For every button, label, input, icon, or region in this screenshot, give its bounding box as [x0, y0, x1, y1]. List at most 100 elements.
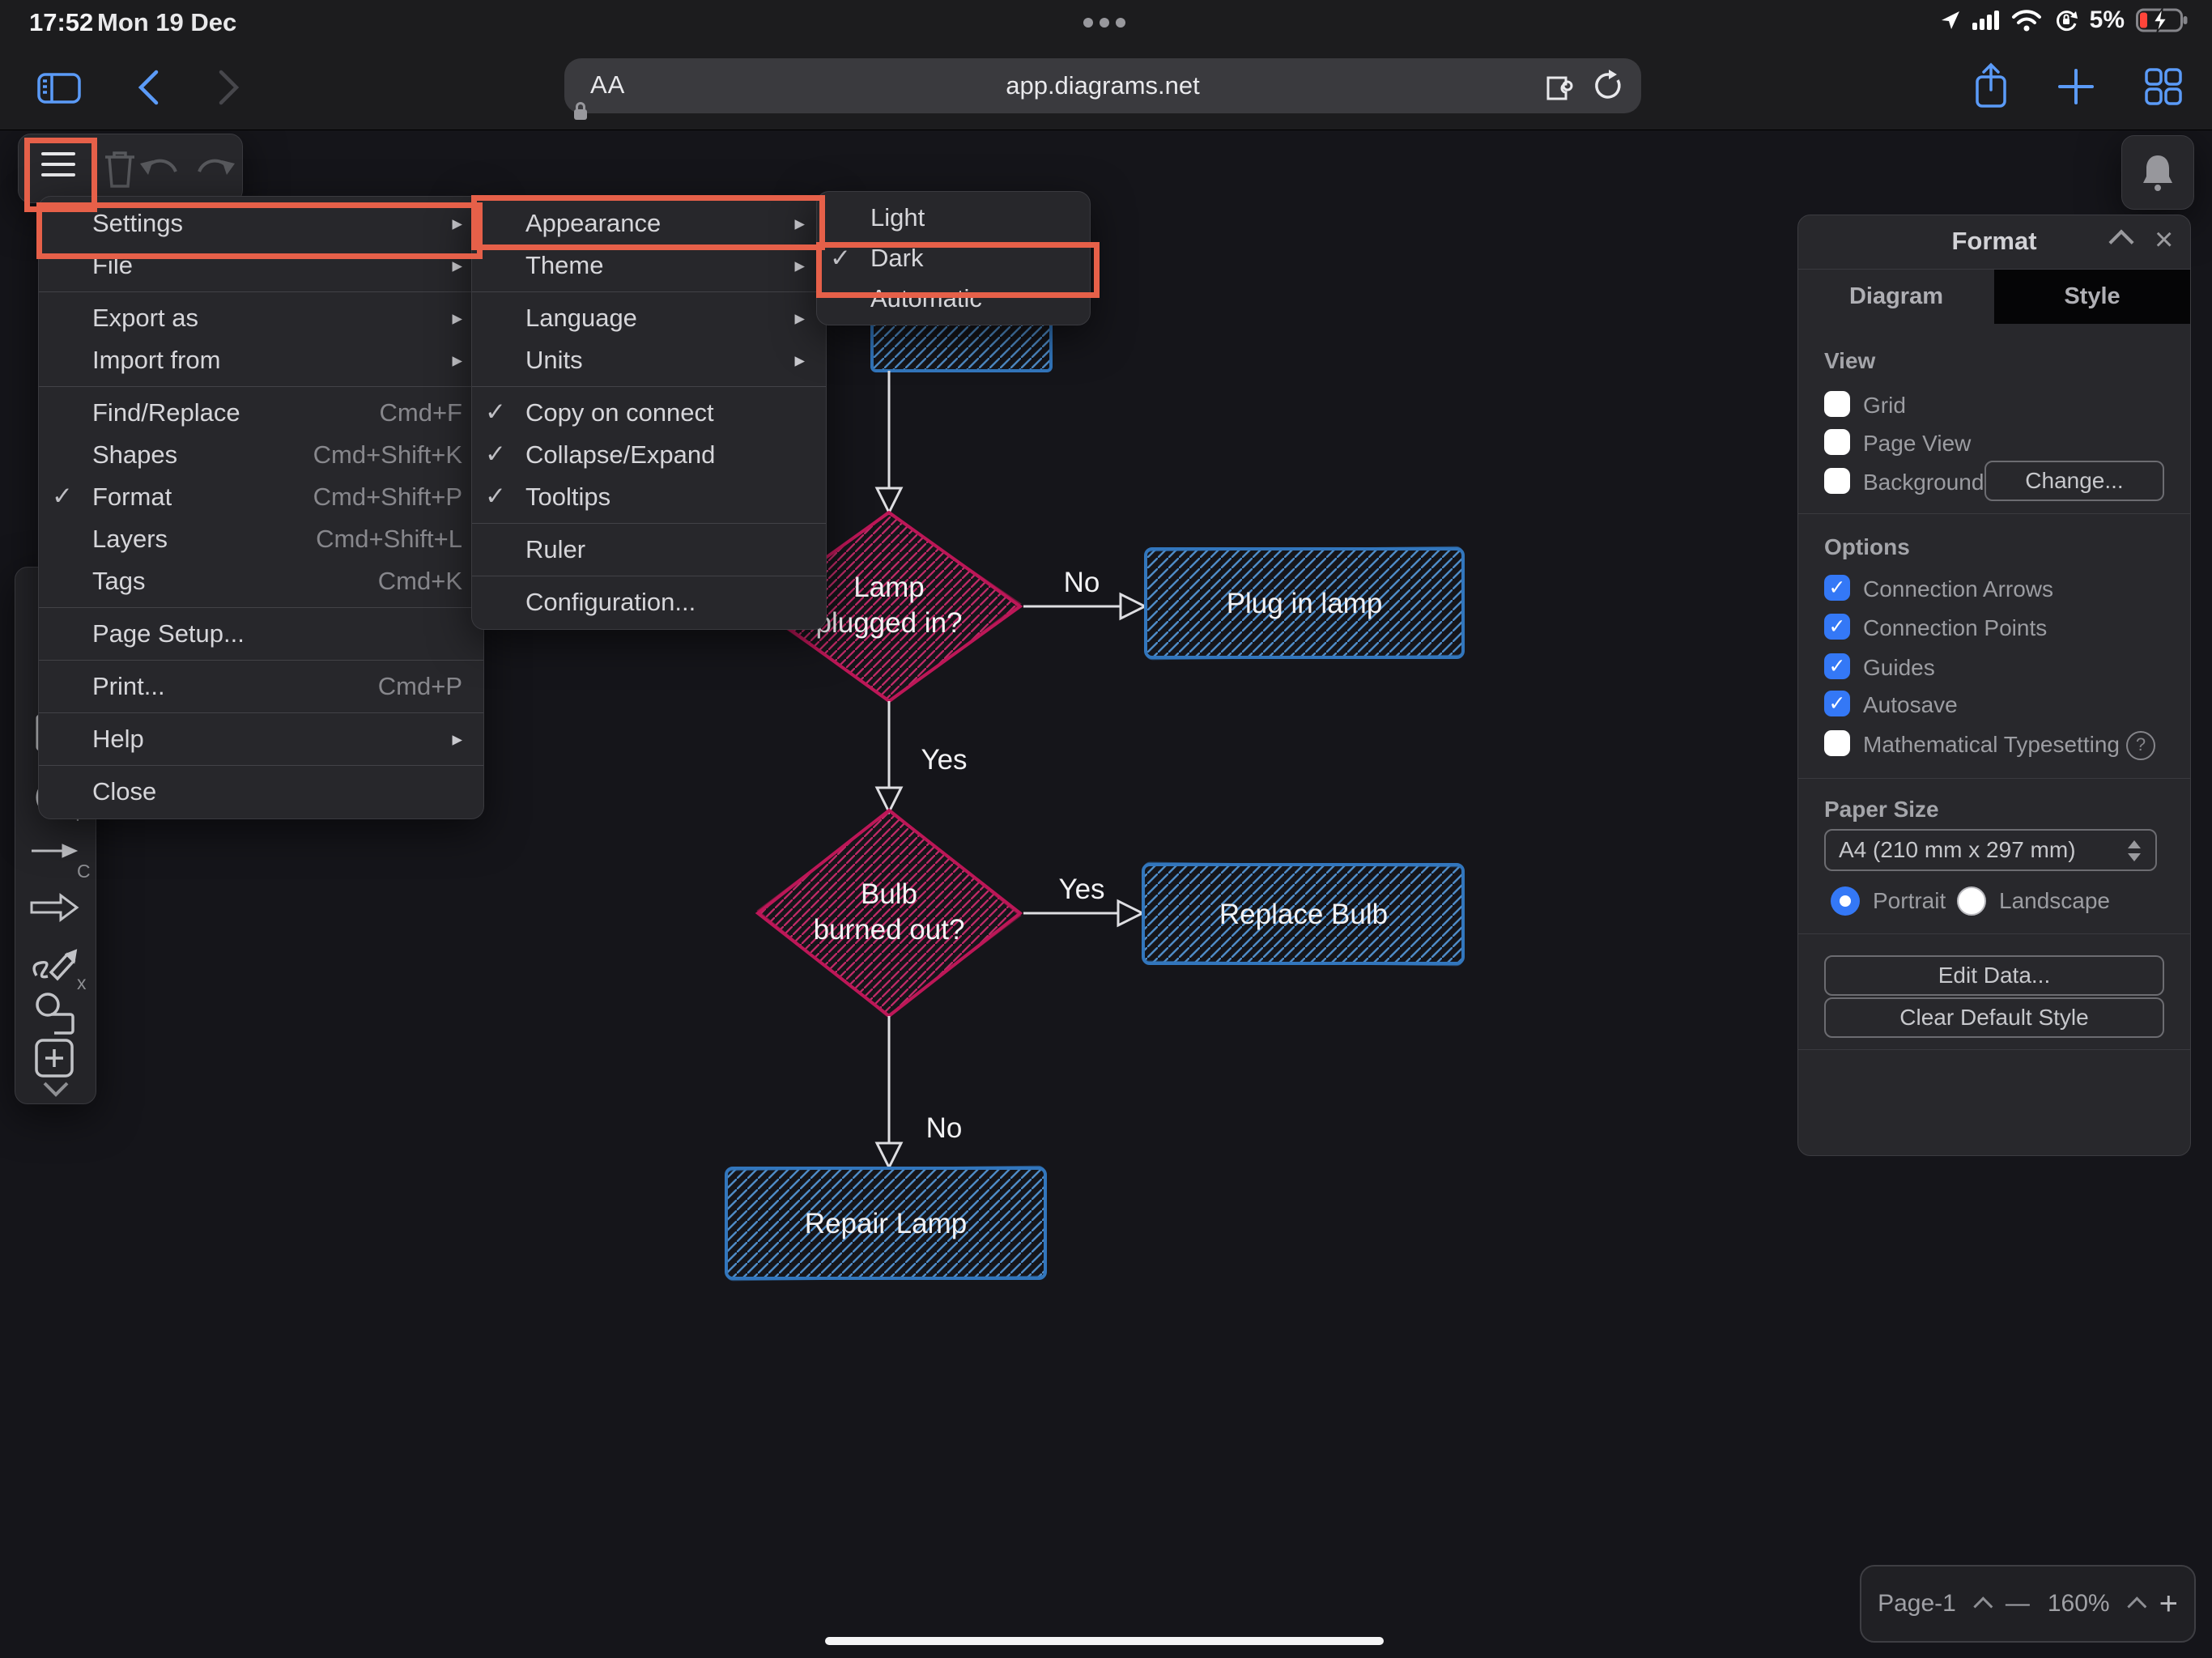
menu-item-automatic[interactable]: Automatic	[817, 278, 1090, 319]
menu-item-tags[interactable]: Tags Cmd+K	[39, 560, 483, 602]
svg-text:Repair Lamp: Repair Lamp	[805, 1208, 967, 1239]
format-tabbar: Diagram Style	[1798, 270, 2190, 324]
sidebar-toggle-icon[interactable]	[36, 72, 82, 104]
menu-item-file[interactable]: File ▸	[39, 244, 483, 287]
node-bulb-burned-out[interactable]: Bulb burned out?	[755, 808, 1023, 1018]
node-replace-bulb[interactable]: Replace Bulb	[1142, 861, 1465, 967]
node-repair-lamp[interactable]: Repair Lamp	[725, 1165, 1047, 1282]
menu-item-format[interactable]: ✓ Format Cmd+Shift+P	[39, 476, 483, 518]
main-menu: Settings ▸ File ▸ Export as ▸ Import from ▸ …	[38, 196, 484, 819]
menu-item-collapse-expand[interactable]: ✓ Collapse/Expand	[472, 434, 826, 476]
block-arrow-tool-icon[interactable]	[30, 890, 80, 925]
menu-item-layers[interactable]: Layers Cmd+Shift+L	[39, 518, 483, 560]
page-menu-caret-icon[interactable]	[1973, 1596, 1993, 1616]
page-view-checkbox[interactable]	[1824, 429, 1850, 455]
clear-default-style-button[interactable]: Clear Default Style	[1824, 997, 2164, 1038]
cellular-signal-icon	[1972, 11, 1999, 30]
view-section-heading: View	[1824, 348, 1876, 373]
url-text: app.diagrams.net	[564, 71, 1641, 121]
menu-item-export-as[interactable]: Export as ▸	[39, 297, 483, 339]
menu-item-shapes[interactable]: Shapes Cmd+Shift+K	[39, 434, 483, 476]
grid-checkbox[interactable]	[1824, 391, 1850, 417]
menu-item-page-setup[interactable]: Page Setup...	[39, 613, 483, 655]
math-typesetting-checkbox[interactable]	[1824, 730, 1850, 756]
checkmark-icon: ✓	[485, 482, 506, 510]
menu-item-help[interactable]: Help ▸	[39, 718, 483, 760]
menu-item-settings[interactable]: Settings ▸	[39, 202, 483, 244]
menu-item-language[interactable]: Language ▸	[472, 297, 826, 339]
menu-item-tooltips[interactable]: ✓ Tooltips	[472, 476, 826, 518]
options-section-heading: Options	[1824, 534, 1910, 559]
location-icon	[1941, 11, 1959, 29]
paper-size-select[interactable]: A4 (210 mm x 297 mm)	[1824, 829, 2157, 871]
clock: 17:52	[29, 8, 94, 36]
menu-item-configuration[interactable]: Configuration...	[472, 581, 826, 623]
zoom-in-button[interactable]: +	[2159, 1586, 2178, 1622]
delete-icon[interactable]	[102, 149, 138, 189]
ipad-screen: Lamp plugged in? No Plug in lamp Yes Bul…	[0, 0, 2212, 1658]
share-icon[interactable]	[1973, 62, 2009, 109]
menu-item-copy-on-connect[interactable]: ✓ Copy on connect	[472, 392, 826, 434]
landscape-radio[interactable]	[1957, 886, 1986, 916]
menu-item-light[interactable]: Light	[817, 198, 1090, 238]
zoom-level[interactable]: 160%	[2048, 1590, 2110, 1618]
connection-arrows-checkbox[interactable]: ✓	[1824, 575, 1850, 601]
portrait-radio[interactable]	[1831, 886, 1860, 916]
autosave-label: Autosave	[1863, 692, 1958, 717]
menu-item-import-from[interactable]: Import from ▸	[39, 339, 483, 381]
background-checkbox[interactable]	[1824, 468, 1850, 494]
new-tab-icon[interactable]	[2058, 69, 2094, 104]
connection-points-checkbox[interactable]: ✓	[1824, 614, 1850, 640]
guides-checkbox[interactable]: ✓	[1824, 653, 1850, 679]
svg-text:Lamp: Lamp	[853, 572, 925, 603]
edit-data-button[interactable]: Edit Data...	[1824, 955, 2164, 996]
menu-item-theme[interactable]: Theme ▸	[472, 244, 826, 287]
menu-item-ruler[interactable]: Ruler	[472, 529, 826, 571]
menu-item-close[interactable]: Close	[39, 771, 483, 813]
menu-item-find-replace[interactable]: Find/Replace Cmd+F	[39, 392, 483, 434]
collapse-panel-icon[interactable]	[2108, 229, 2134, 255]
forward-icon[interactable]	[217, 69, 241, 106]
settings-submenu: Appearance ▸ Theme ▸ Language ▸ Units ▸ ✓ Cop…	[471, 196, 827, 630]
math-help-icon[interactable]: ?	[2126, 731, 2155, 760]
notifications-button[interactable]	[2121, 135, 2194, 210]
back-icon[interactable]	[136, 69, 160, 106]
browser-toolbar: AA app.diagrams.net	[0, 45, 2212, 130]
add-shape-icon[interactable]	[33, 1037, 75, 1079]
change-background-button[interactable]: Change...	[1984, 461, 2164, 501]
reload-icon[interactable]	[1591, 70, 1623, 102]
close-panel-icon[interactable]: ×	[2155, 222, 2173, 258]
zoom-out-button[interactable]: —	[2006, 1590, 2030, 1618]
multitasking-dots-icon[interactable]	[1083, 18, 1125, 28]
extensions-icon[interactable]	[1542, 71, 1575, 100]
menu-item-print[interactable]: Print... Cmd+P	[39, 665, 483, 708]
svg-text:Bulb: Bulb	[861, 878, 917, 910]
node-plug-in-lamp[interactable]: Plug in lamp	[1144, 546, 1465, 661]
menu-item-appearance[interactable]: Appearance ▸	[472, 202, 826, 244]
undo-icon[interactable]	[138, 152, 184, 186]
home-indicator[interactable]	[825, 1637, 1384, 1645]
redo-icon[interactable]	[191, 152, 236, 186]
tabs-overview-icon[interactable]	[2144, 67, 2183, 106]
submenu-arrow-icon: ▸	[452, 212, 462, 235]
menu-hamburger-button[interactable]	[41, 145, 75, 184]
status-bar: 17:52 Mon 19 Dec 5%	[0, 0, 2212, 45]
format-panel-header: Format ×	[1798, 215, 2190, 270]
menu-item-units[interactable]: Units ▸	[472, 339, 826, 381]
tab-style[interactable]: Style	[1994, 270, 2190, 324]
autosave-checkbox[interactable]: ✓	[1824, 691, 1850, 716]
landscape-label: Landscape	[1999, 888, 2111, 913]
page-selector[interactable]: Page-1	[1878, 1590, 1956, 1618]
address-bar[interactable]: AA app.diagrams.net	[564, 58, 1641, 120]
tls-lock-icon	[574, 102, 587, 120]
menu-item-dark[interactable]: ✓ Dark	[817, 238, 1090, 278]
zoom-menu-caret-icon[interactable]	[2126, 1596, 2146, 1616]
tab-diagram[interactable]: Diagram	[1798, 270, 1994, 324]
sketch-pen-tool-icon[interactable]	[30, 938, 80, 984]
shapes-picker-icon[interactable]	[30, 988, 80, 1035]
toolbar-collapse-chevron-icon[interactable]	[41, 1079, 70, 1099]
arrow-tool-icon[interactable]	[30, 835, 80, 867]
connection-arrows-label: Connection Arrows	[1863, 576, 2054, 602]
checkmark-icon: ✓	[830, 244, 851, 272]
edge-label-no-1: No	[1064, 567, 1100, 598]
